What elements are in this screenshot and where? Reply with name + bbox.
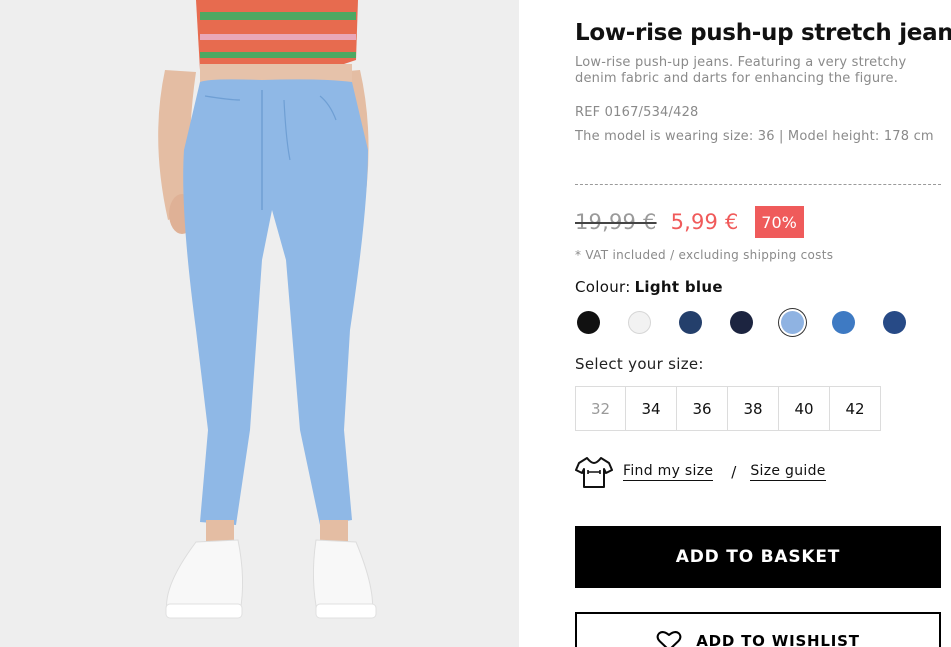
colour-swatch-dark-navy[interactable]	[730, 311, 753, 334]
model-size-info: The model is wearing size: 36 | Model he…	[575, 129, 934, 144]
heart-icon	[656, 631, 682, 647]
selected-colour: Light blue	[634, 278, 723, 296]
model-photo	[0, 0, 519, 647]
colour-label: Colour: Light blue	[575, 278, 723, 296]
add-to-basket-button[interactable]: ADD TO BASKET	[575, 526, 941, 588]
find-my-size-link[interactable]: Find my size	[623, 463, 714, 481]
colour-swatch-light-blue[interactable]	[781, 311, 804, 334]
size-option-36[interactable]: 36	[677, 386, 728, 431]
size-option-42[interactable]: 42	[830, 386, 881, 431]
link-separator: /	[731, 463, 737, 481]
colour-swatch-indigo[interactable]	[883, 311, 906, 334]
size-option-38[interactable]: 38	[728, 386, 779, 431]
size-selector: 32 34 36 38 40 42	[575, 386, 881, 431]
size-help-row: Find my size / Size guide	[575, 455, 826, 489]
colour-label-text: Colour:	[575, 278, 631, 296]
size-option-34[interactable]: 34	[626, 386, 677, 431]
wishlist-label: ADD TO WISHLIST	[696, 632, 860, 647]
size-option-32[interactable]: 32	[575, 386, 626, 431]
price-row: 19,99 € 5,99 € 70%	[575, 205, 804, 239]
old-price: 19,99 €	[575, 210, 657, 234]
size-guide-link[interactable]: Size guide	[750, 463, 826, 481]
vat-note: * VAT included / excluding shipping cost…	[575, 248, 834, 262]
divider	[575, 184, 941, 185]
colour-swatch-mid-blue[interactable]	[832, 311, 855, 334]
size-option-40[interactable]: 40	[779, 386, 830, 431]
add-to-wishlist-button[interactable]: ADD TO WISHLIST	[575, 612, 941, 647]
colour-swatch-white[interactable]	[628, 311, 651, 334]
size-label: Select your size:	[575, 355, 704, 373]
product-image[interactable]	[0, 0, 519, 647]
product-ref: REF 0167/534/428	[575, 105, 699, 120]
product-title: Low-rise push-up stretch jeans	[575, 20, 951, 46]
product-description: Low-rise push-up jeans. Featuring a very…	[575, 55, 907, 86]
discount-badge: 70%	[754, 206, 804, 238]
sale-price: 5,99 €	[670, 210, 739, 234]
colour-swatch-black[interactable]	[577, 311, 600, 334]
colour-swatch-navy[interactable]	[679, 311, 702, 334]
tshirt-icon	[575, 457, 613, 488]
